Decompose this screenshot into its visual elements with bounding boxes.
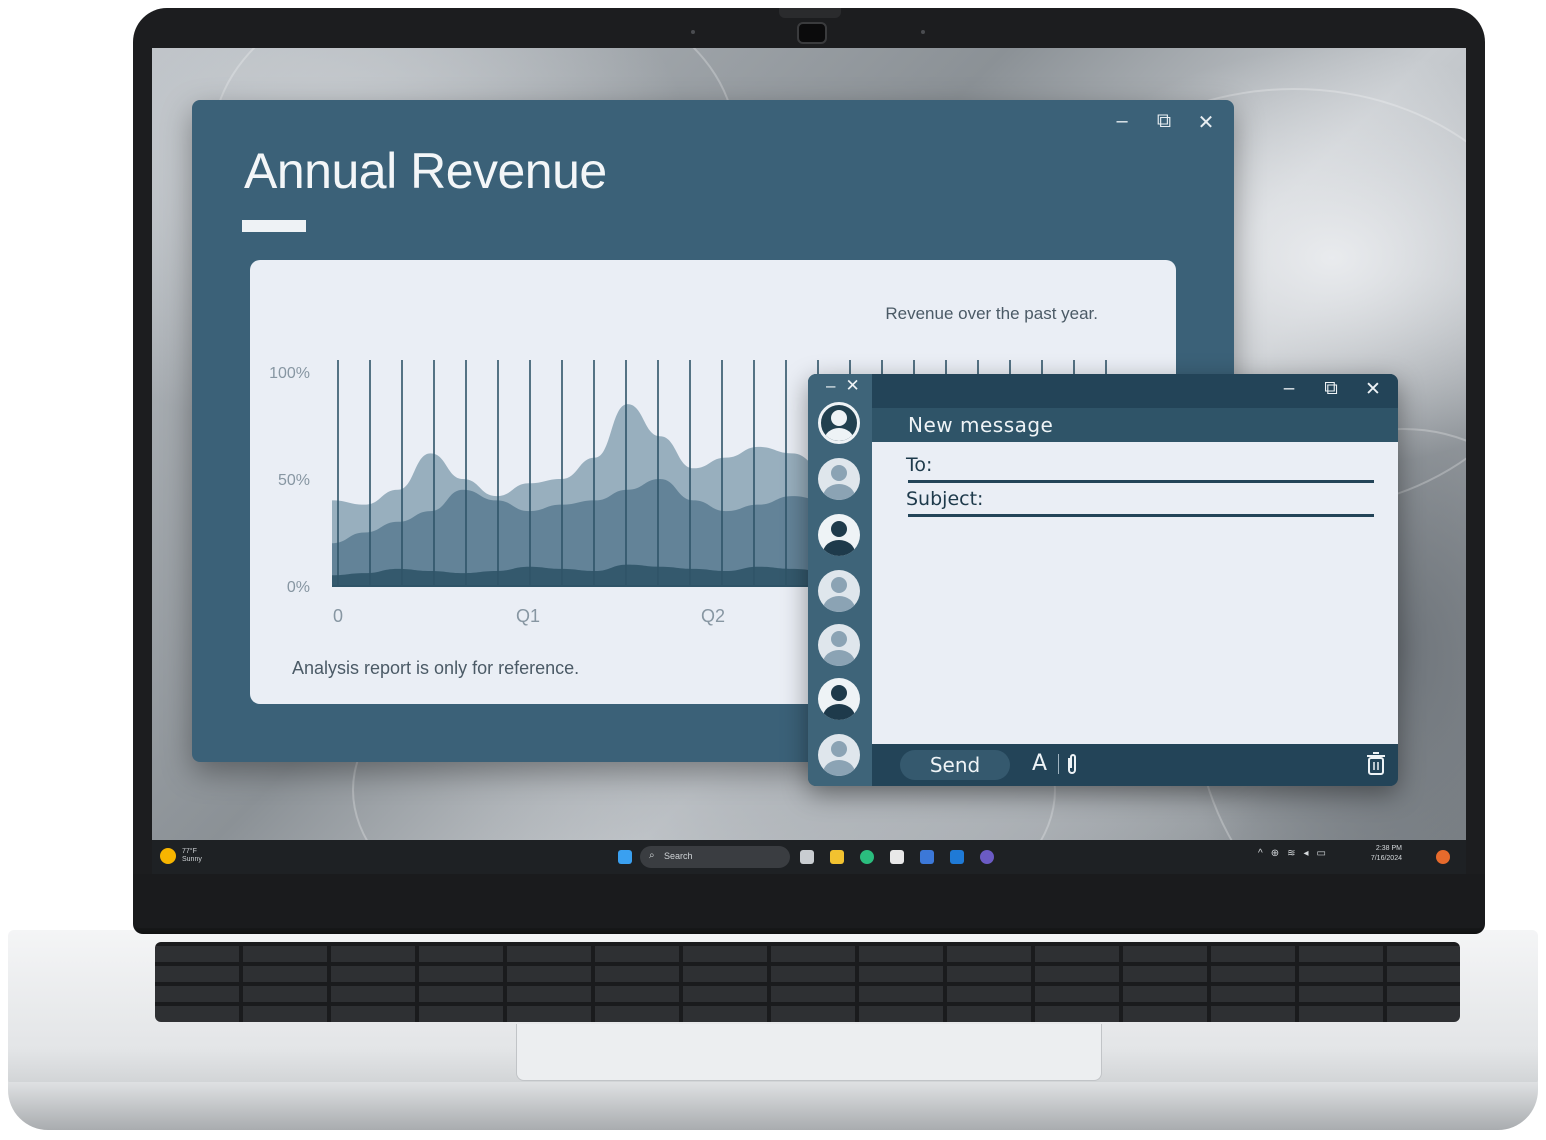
send-button[interactable]: Send — [900, 750, 1010, 780]
desktop-screen: – ⧉ ✕ Annual Revenue 100% 50% 0% 0 Q1 Q2 Reve… — [152, 48, 1466, 874]
y-tick-label: 50% — [278, 472, 310, 489]
search-input[interactable]: ⌕ Search — [640, 846, 790, 868]
store-icon[interactable] — [890, 850, 904, 864]
restore-button[interactable]: ⧉ — [1154, 110, 1174, 135]
avatar-body — [823, 760, 855, 776]
mail-header: New message — [872, 408, 1398, 442]
search-icon: ⌕ — [649, 850, 655, 861]
camera-notch — [779, 8, 841, 18]
new-message-window: – ✕ – ⧉ ✕ New message To: Subject: Send … — [808, 374, 1398, 786]
sensor-dot — [921, 30, 925, 34]
mail-header-title: New message — [908, 413, 1054, 437]
clock[interactable]: 2:38 PM 7/16/2024 — [1371, 844, 1402, 864]
subject-underline — [908, 514, 1374, 517]
network-icon[interactable]: ⊕ — [1271, 848, 1279, 859]
compose-area[interactable]: To: Subject: — [872, 442, 1398, 744]
contacts-panel: – ✕ — [808, 374, 872, 786]
contact-avatar[interactable] — [818, 678, 860, 720]
y-tick-label: 0% — [287, 579, 310, 596]
wifi-icon[interactable]: ≋ — [1287, 848, 1295, 859]
teams-icon[interactable] — [980, 850, 994, 864]
volume-icon[interactable]: ◂ — [1304, 848, 1309, 859]
window-controls: – ⧉ ✕ — [1278, 378, 1384, 401]
screen-bezel-bottom — [133, 874, 1485, 928]
clock-date: 7/16/2024 — [1370, 855, 1402, 862]
sensor-dot — [691, 30, 695, 34]
clock-time: 2:38 PM — [1375, 845, 1402, 852]
avatar-body — [824, 428, 854, 441]
x-tick-label: Q2 — [701, 606, 725, 626]
x-tick-label: Q1 — [516, 606, 540, 626]
x-tick-label: 0 — [333, 606, 343, 626]
weather-text: 77°F Sunny — [182, 848, 202, 864]
title-underline — [242, 220, 306, 232]
toolbar-divider — [1058, 754, 1059, 774]
avatar-body — [823, 484, 855, 500]
taskbar: 77°F Sunny ⌕ Search ^ ⊕ ≋ ◂ ▭ 2:38 PM 7/… — [152, 840, 1466, 874]
app-icon[interactable] — [920, 850, 934, 864]
weather-condition: Sunny — [182, 856, 202, 863]
y-tick-label: 100% — [269, 365, 310, 382]
file-explorer-icon[interactable] — [830, 850, 844, 864]
system-tray[interactable]: ^ ⊕ ≋ ◂ ▭ — [1258, 848, 1326, 859]
search-placeholder: Search — [664, 851, 693, 861]
subject-label: Subject: — [906, 488, 984, 510]
avatar-body — [823, 704, 855, 720]
contact-avatar[interactable] — [818, 624, 860, 666]
weather-temp: 77°F — [182, 848, 197, 855]
browser-icon[interactable] — [860, 850, 874, 864]
contacts-close-button[interactable]: ✕ — [845, 376, 859, 396]
chevron-up-icon[interactable]: ^ — [1258, 848, 1263, 859]
webcam — [797, 22, 827, 44]
battery-icon[interactable]: ▭ — [1317, 848, 1326, 859]
avatar-head — [831, 410, 847, 426]
minimize-button[interactable]: – — [1278, 378, 1300, 401]
mail-toolbar: Send A — [872, 744, 1398, 786]
avatar-head — [831, 741, 847, 757]
contact-avatar[interactable] — [818, 514, 860, 556]
contact-avatar[interactable] — [818, 570, 860, 612]
sun-icon — [160, 848, 176, 864]
subject-field[interactable] — [992, 486, 1376, 512]
mail-titlebar: – ⧉ ✕ — [872, 374, 1398, 408]
task-view-icon[interactable] — [800, 850, 814, 864]
minimize-button[interactable]: – — [1112, 110, 1132, 135]
avatar-body — [823, 540, 855, 556]
contacts-minimize-button[interactable]: – — [826, 376, 835, 396]
laptop-base-edge — [8, 1082, 1538, 1130]
contact-avatar[interactable] — [818, 734, 860, 776]
to-underline — [908, 480, 1374, 483]
to-label: To: — [906, 454, 933, 476]
window-controls: – ⧉ ✕ — [1112, 110, 1216, 135]
avatar-head — [831, 631, 847, 647]
start-icon[interactable] — [618, 850, 632, 864]
avatar-body — [823, 596, 855, 612]
avatar-body — [823, 650, 855, 666]
page-title: Annual Revenue — [244, 143, 607, 199]
trash-icon[interactable] — [1366, 752, 1386, 776]
avatar-head — [831, 577, 847, 593]
weather-widget[interactable]: 77°F Sunny — [160, 848, 202, 864]
avatar-head — [831, 465, 847, 481]
contacts-controls: – ✕ — [826, 376, 860, 396]
text-format-icon[interactable]: A — [1032, 751, 1047, 776]
close-button[interactable]: ✕ — [1196, 110, 1216, 135]
avatar-head — [831, 685, 847, 701]
chart-subtitle: Revenue over the past year. — [885, 304, 1098, 323]
mail-app-icon[interactable] — [950, 850, 964, 864]
keyboard — [155, 942, 1460, 1022]
attach-icon[interactable] — [1066, 752, 1078, 776]
chart-note: Analysis report is only for reference. — [292, 658, 580, 678]
avatar-head — [831, 521, 847, 537]
copilot-icon[interactable] — [1436, 850, 1450, 864]
trackpad — [516, 1024, 1102, 1081]
close-button[interactable]: ✕ — [1362, 378, 1384, 401]
restore-button[interactable]: ⧉ — [1320, 378, 1342, 401]
contact-avatar[interactable] — [818, 402, 860, 444]
contact-avatar[interactable] — [818, 458, 860, 500]
to-field[interactable] — [942, 452, 1376, 478]
